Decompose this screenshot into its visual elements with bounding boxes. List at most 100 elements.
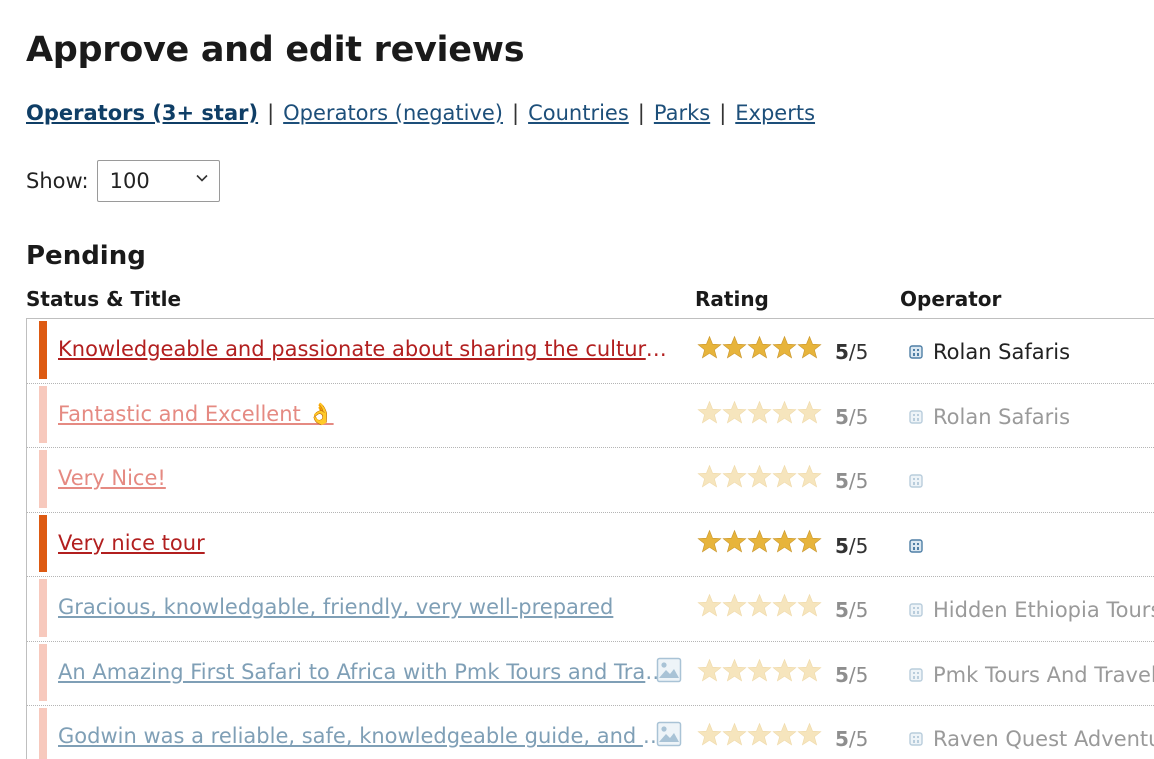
page-title: Approve and edit reviews [26,30,525,70]
star-icon [747,464,772,488]
star-icon [797,335,822,359]
rating-score: 5/5 [835,727,869,751]
operator-name: Pmk Tours And Travel [933,662,1154,687]
star-icon [772,400,797,423]
star-icon [772,529,797,552]
star-rating [697,463,822,490]
rating-score: 5/5 [835,404,869,429]
star-icon [747,529,772,552]
operator-building-icon [909,538,923,553]
review-type-nav: Operators (3+ star) | Operators (negative)… [26,101,815,125]
nav-link-countries[interactable]: Countries [528,101,629,125]
star-icon [797,658,822,681]
show-label: Show: [26,169,89,193]
table-row: Knowledgeable and passionate about shari… [27,319,1154,384]
star-icon [722,464,747,488]
chevron-down-icon [196,174,208,182]
rating-score: 5/5 [835,340,869,364]
rating-score: 5/5 [835,533,869,558]
rating-score: 5/5 [835,469,869,493]
star-icon [747,400,772,423]
star-icon [697,400,722,423]
status-bar [39,579,47,637]
star-icon [747,335,772,359]
star-rating [697,721,822,748]
review-title-link[interactable]: Very Nice! [58,466,673,490]
column-header-status-title: Status & Title [26,287,182,311]
star-icon [797,593,822,617]
nav-separator: | [267,101,275,125]
operator-building-icon [909,474,923,488]
nav-link-operators-negative[interactable]: Operators (negative) [283,101,503,125]
star-icon [697,464,722,488]
status-bar [39,385,47,443]
star-icon [747,722,772,746]
star-icon [772,658,797,681]
column-header-rating: Rating [695,287,769,311]
star-icon [697,335,722,359]
status-bar [39,321,47,379]
nav-link-parks[interactable]: Parks [654,101,710,125]
star-icon [772,464,797,488]
photo-icon[interactable] [656,721,682,747]
rating-score: 5/5 [835,662,869,687]
show-count-control: Show: 100 [26,160,220,202]
table-header: Status & Title Rating Operator [26,287,1154,315]
column-header-operator: Operator [900,287,1002,311]
operator-name: Rolan Safaris [933,340,1071,364]
review-title-link[interactable]: Godwin was a reliable, safe, knowledgeab… [58,724,673,748]
star-icon [697,658,722,681]
operator-name: Raven Quest Adventures [933,727,1154,751]
nav-separator: | [719,101,727,125]
star-icon [772,722,797,746]
star-icon [697,722,722,746]
star-icon [722,529,747,552]
table-row: Very nice tour 5/5 [27,513,1154,577]
star-rating [697,657,822,684]
star-icon [747,658,772,681]
show-count-select[interactable]: 100 [96,160,220,202]
photo-icon[interactable] [656,657,682,683]
star-icon [722,593,747,617]
star-icon [722,658,747,681]
show-count-value: 100 [109,169,150,193]
operator-building-icon [909,732,923,746]
star-icon [747,593,772,617]
star-icon [772,335,797,359]
star-icon [797,464,822,488]
status-bar [39,450,47,508]
star-icon [772,593,797,617]
nav-link-experts[interactable]: Experts [735,101,815,125]
reviews-table: Knowledgeable and passionate about shari… [26,318,1154,759]
star-icon [797,722,822,746]
status-bar [39,514,47,572]
rating-score: 5/5 [835,598,869,622]
star-rating [697,334,822,361]
review-title-link[interactable]: Fantastic and Excellent 👌 [58,402,673,427]
operator-building-icon [909,409,923,424]
table-row: Very Nice! 5/5 [27,448,1154,513]
status-bar [39,708,47,759]
star-rating [697,528,822,555]
table-row: An Amazing First Safari to Africa with P… [27,642,1154,706]
table-row: Fantastic and Excellent 👌 5/5 Rolan Safar… [27,384,1154,448]
star-icon [697,593,722,617]
star-icon [722,335,747,359]
operator-name: Rolan Safaris [933,404,1071,429]
review-title-link[interactable]: Gracious, knowledgable, friendly, very w… [58,595,673,619]
star-rating [697,592,822,619]
star-icon [797,400,822,423]
table-row: Gracious, knowledgable, friendly, very w… [27,577,1154,642]
table-row: Godwin was a reliable, safe, knowledgeab… [27,706,1154,759]
operator-building-icon [909,345,923,359]
operator-building-icon [909,667,923,682]
review-title-link[interactable]: Knowledgeable and passionate about shari… [58,337,673,361]
star-icon [722,400,747,423]
star-rating [697,399,822,426]
operator-building-icon [909,603,923,617]
operator-name: Hidden Ethiopia Tours [933,598,1154,622]
review-title-link[interactable]: An Amazing First Safari to Africa with P… [58,660,673,684]
nav-link-operators-positive[interactable]: Operators (3+ star) [26,101,258,125]
review-title-link[interactable]: Very nice tour [58,531,673,555]
section-title-pending: Pending [26,241,146,271]
